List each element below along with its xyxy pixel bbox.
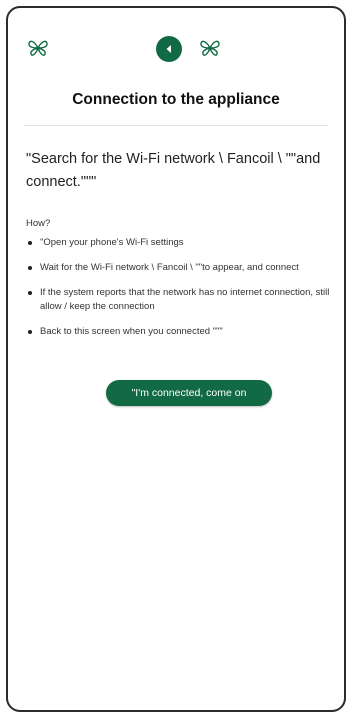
back-arrow-icon <box>166 45 171 53</box>
butterfly-logo-icon <box>198 36 222 60</box>
list-item: Wait for the Wi-Fi network \ Fancoil \ "… <box>26 261 332 275</box>
bullet <box>28 241 32 245</box>
connected-button[interactable]: "I'm connected, come on <box>106 380 272 406</box>
list-item: Back to this screen when you connected "… <box>26 325 332 339</box>
how-label: How? <box>26 218 51 229</box>
page-title: Connection to the appliance <box>72 91 280 108</box>
list-item: "Open your phone's Wi-Fi settings <box>26 236 332 250</box>
instruction-text: "Search for the Wi-Fi network \ Fancoil … <box>26 151 321 190</box>
step-text: Back to this screen when you connected "… <box>40 326 223 337</box>
step-text: "Open your phone's Wi-Fi settings <box>40 237 184 248</box>
bullet <box>28 266 32 270</box>
steps-list: "Open your phone's Wi-Fi settings Wait f… <box>26 236 332 350</box>
back-button[interactable] <box>156 36 182 62</box>
phone-frame: Connection to the appliance "Search for … <box>6 6 346 712</box>
bullet <box>28 330 32 334</box>
title-divider <box>24 125 328 126</box>
list-item: If the system reports that the network h… <box>26 286 332 314</box>
step-text: Wait for the Wi-Fi network \ Fancoil \ "… <box>40 262 299 273</box>
butterfly-logo-icon <box>26 36 50 60</box>
step-text: If the system reports that the network h… <box>40 287 330 312</box>
bullet <box>28 291 32 295</box>
top-bar <box>8 8 344 78</box>
